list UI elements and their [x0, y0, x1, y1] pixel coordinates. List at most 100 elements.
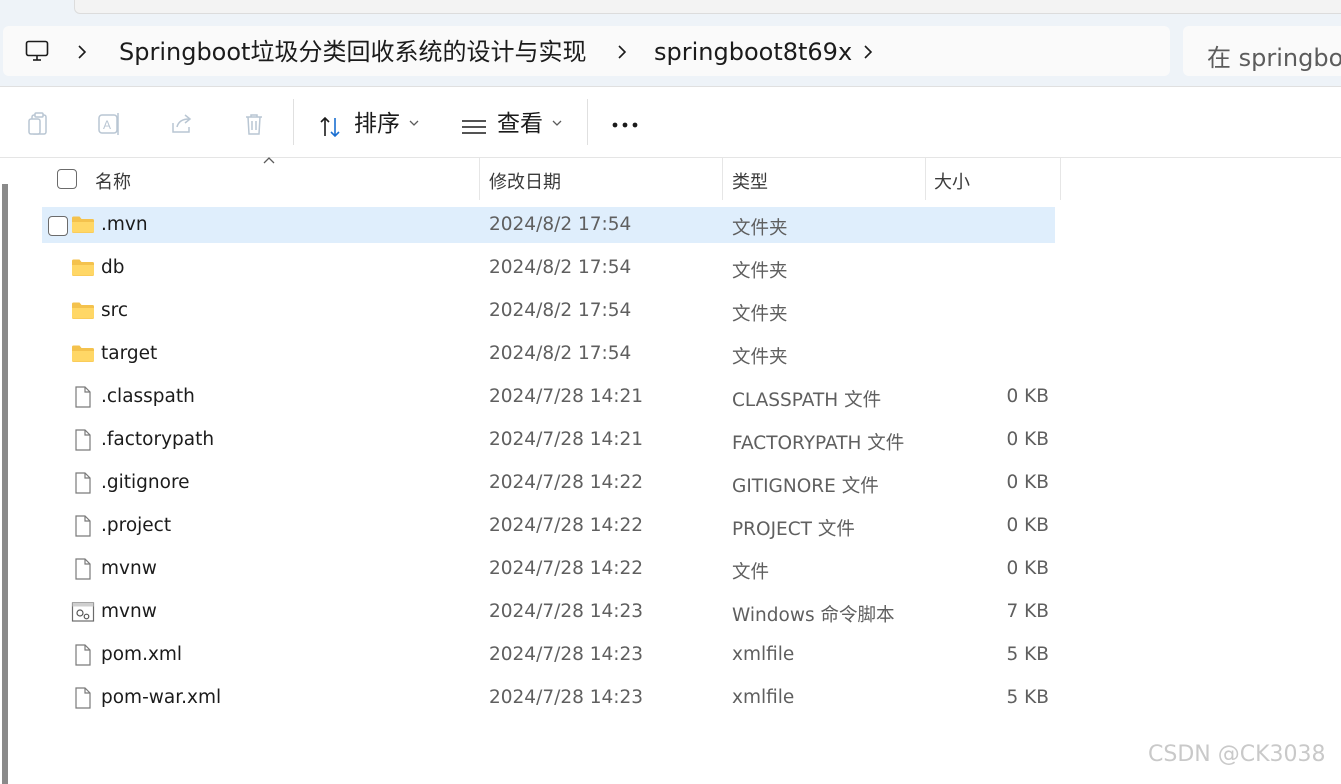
pane-splitter[interactable] [2, 184, 8, 784]
file-name: mvnw [101, 558, 157, 579]
file-icon [71, 386, 95, 408]
file-modified-date: 2024/7/28 14:23 [489, 687, 644, 708]
file-type: 文件夹 [732, 304, 788, 325]
file-type: 文件夹 [732, 218, 788, 239]
file-row[interactable]: .factorypath 2024/7/28 14:21 FACTORYPATH 文… [42, 422, 1055, 458]
folder-icon [71, 300, 95, 322]
file-row[interactable]: src 2024/8/2 17:54 文件夹 [42, 293, 1055, 329]
file-name: src [101, 300, 129, 321]
column-modified[interactable]: 修改日期 [489, 168, 561, 194]
file-row[interactable]: .gitignore 2024/7/28 14:22 GITIGNORE 文件 0 K… [42, 465, 1055, 501]
folder-icon [71, 214, 95, 236]
file-name: .project [101, 515, 172, 536]
file-icon [71, 429, 95, 451]
file-modified-date: 2024/7/28 14:23 [489, 601, 644, 622]
window-top-strip [0, 0, 1341, 24]
column-divider[interactable] [479, 158, 480, 200]
file-modified-date: 2024/8/2 17:54 [489, 343, 632, 364]
file-row[interactable]: .classpath 2024/7/28 14:21 CLASSPATH 文件 0 K… [42, 379, 1055, 415]
svg-text:A: A [103, 118, 111, 132]
this-pc-icon[interactable] [25, 40, 49, 62]
column-type[interactable]: 类型 [732, 168, 768, 194]
file-icon [71, 472, 95, 494]
file-type: Windows 命令脚本 [732, 605, 895, 626]
file-type: xmlfile [732, 687, 795, 708]
file-size: 0 KB [1006, 386, 1049, 407]
toolbar-divider [587, 99, 588, 145]
sort-icon[interactable] [318, 114, 344, 140]
file-icon [71, 558, 95, 580]
folder-icon [71, 257, 95, 279]
command-bar: A 排序 查看 [0, 87, 1341, 158]
chevron-right-icon[interactable] [75, 44, 89, 60]
chevron-right-icon[interactable] [615, 44, 629, 60]
file-type: 文件 [732, 562, 770, 583]
file-name: .factorypath [101, 429, 215, 450]
file-type: GITIGNORE 文件 [732, 476, 879, 497]
chevron-down-icon[interactable] [409, 119, 419, 127]
file-modified-date: 2024/7/28 14:21 [489, 386, 644, 407]
file-row[interactable]: .mvn 2024/8/2 17:54 文件夹 [42, 207, 1055, 243]
file-row[interactable]: mvnw 2024/7/28 14:23 Windows 命令脚本 7 KB [42, 594, 1055, 630]
file-size: 0 KB [1006, 472, 1049, 493]
file-size: 0 KB [1006, 429, 1049, 450]
file-name: .classpath [101, 386, 195, 407]
file-type: FACTORYPATH 文件 [732, 433, 905, 454]
file-icon [71, 515, 95, 537]
file-row[interactable]: pom.xml 2024/7/28 14:23 xmlfile 5 KB [42, 637, 1055, 673]
file-name: pom.xml [101, 644, 183, 665]
copy-icon[interactable] [26, 111, 52, 137]
row-checkbox[interactable] [48, 216, 68, 236]
file-modified-date: 2024/7/28 14:21 [489, 429, 644, 450]
file-type: PROJECT 文件 [732, 519, 855, 540]
column-size[interactable]: 大小 [934, 168, 970, 194]
breadcrumb-item[interactable]: springboot8t69x [654, 38, 852, 66]
chevron-right-icon[interactable] [861, 44, 875, 60]
file-row[interactable]: mvnw 2024/7/28 14:22 文件 0 KB [42, 551, 1055, 587]
column-name[interactable]: 名称 [95, 168, 131, 194]
search-input[interactable]: 在 springboot8t69x 中搜索 [1183, 26, 1341, 76]
file-row[interactable]: target 2024/8/2 17:54 文件夹 [42, 336, 1055, 372]
file-name: target [101, 343, 158, 364]
column-divider[interactable] [1060, 158, 1061, 200]
search-placeholder: 在 springboot8t69x 中搜索 [1207, 44, 1341, 72]
file-row[interactable]: pom-war.xml 2024/7/28 14:23 xmlfile 5 KB [42, 680, 1055, 716]
file-name: .mvn [101, 214, 148, 235]
column-divider[interactable] [925, 158, 926, 200]
toolbar-divider [293, 99, 294, 145]
column-divider[interactable] [722, 158, 723, 200]
file-name: mvnw [101, 601, 157, 622]
file-type: 文件夹 [732, 347, 788, 368]
file-size: 0 KB [1006, 558, 1049, 579]
file-size: 7 KB [1006, 601, 1049, 622]
share-icon[interactable] [169, 111, 195, 137]
file-size: 5 KB [1006, 644, 1049, 665]
file-modified-date: 2024/7/28 14:22 [489, 558, 644, 579]
watermark: CSDN @CK3038 [1148, 742, 1326, 767]
file-row[interactable]: .project 2024/7/28 14:22 PROJECT 文件 0 KB [42, 508, 1055, 544]
select-all-checkbox[interactable] [57, 169, 77, 189]
navigation-pane-edge [0, 158, 10, 784]
sort-ascending-icon [263, 157, 275, 164]
view-icon[interactable] [461, 115, 487, 141]
delete-icon[interactable] [241, 111, 267, 137]
file-modified-date: 2024/7/28 14:22 [489, 472, 644, 493]
file-name: pom-war.xml [101, 687, 222, 708]
tab-strip [74, 0, 1341, 14]
sort-button[interactable]: 排序 [354, 109, 400, 139]
file-type: xmlfile [732, 644, 795, 665]
file-name: .gitignore [101, 472, 190, 493]
file-modified-date: 2024/8/2 17:54 [489, 257, 632, 278]
address-bar[interactable]: Springboot垃圾分类回收系统的设计与实现 springboot8t69x [3, 26, 1170, 76]
chevron-down-icon[interactable] [552, 119, 562, 127]
file-type: 文件夹 [732, 261, 788, 282]
more-options-icon[interactable] [610, 121, 640, 129]
breadcrumb-item[interactable]: Springboot垃圾分类回收系统的设计与实现 [119, 38, 586, 66]
folder-icon [71, 343, 95, 365]
file-row[interactable]: db 2024/8/2 17:54 文件夹 [42, 250, 1055, 286]
view-button[interactable]: 查看 [497, 109, 543, 139]
rename-icon[interactable]: A [97, 111, 123, 137]
file-size: 0 KB [1006, 515, 1049, 536]
file-modified-date: 2024/8/2 17:54 [489, 300, 632, 321]
file-modified-date: 2024/8/2 17:54 [489, 214, 632, 235]
